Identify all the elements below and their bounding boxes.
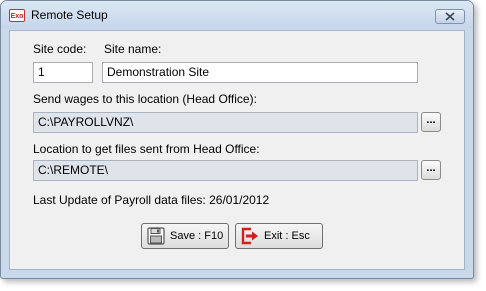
site-name-label: Site name: — [104, 42, 162, 56]
window-title: Remote Setup — [31, 8, 108, 22]
browse-location-files-button[interactable]: ... — [421, 160, 441, 180]
site-code-field[interactable]: 1 — [33, 62, 93, 83]
close-icon — [445, 12, 455, 21]
site-name-field[interactable]: Demonstration Site — [102, 62, 418, 83]
last-update-text: Last Update of Payroll data files: 26/01… — [33, 193, 270, 207]
title-bar: Exo Remote Setup — [1, 1, 473, 28]
save-button-label: Save : F10 — [170, 230, 224, 242]
browse-send-wages-button[interactable]: ... — [421, 112, 441, 132]
floppy-disk-icon — [147, 227, 165, 245]
site-code-label: Site code: — [33, 42, 87, 56]
save-button[interactable]: Save : F10 — [141, 223, 229, 249]
send-wages-label: Send wages to this location (Head Office… — [33, 92, 257, 106]
location-files-field[interactable]: C:\REMOTE\ — [33, 160, 418, 181]
exit-button-label: Exit : Esc — [264, 230, 310, 242]
remote-setup-window: Exo Remote Setup Site code: Site name: 1… — [0, 0, 474, 279]
send-wages-location-field[interactable]: C:\PAYROLLVNZ\ — [33, 112, 418, 133]
exit-door-icon — [241, 227, 258, 245]
location-files-label: Location to get files sent from Head Off… — [33, 142, 260, 156]
close-button[interactable] — [435, 9, 465, 24]
app-logo-icon: Exo — [9, 9, 25, 22]
dialog-body: Site code: Site name: 1 Demonstration Si… — [9, 30, 465, 270]
exit-button[interactable]: Exit : Esc — [235, 223, 323, 249]
